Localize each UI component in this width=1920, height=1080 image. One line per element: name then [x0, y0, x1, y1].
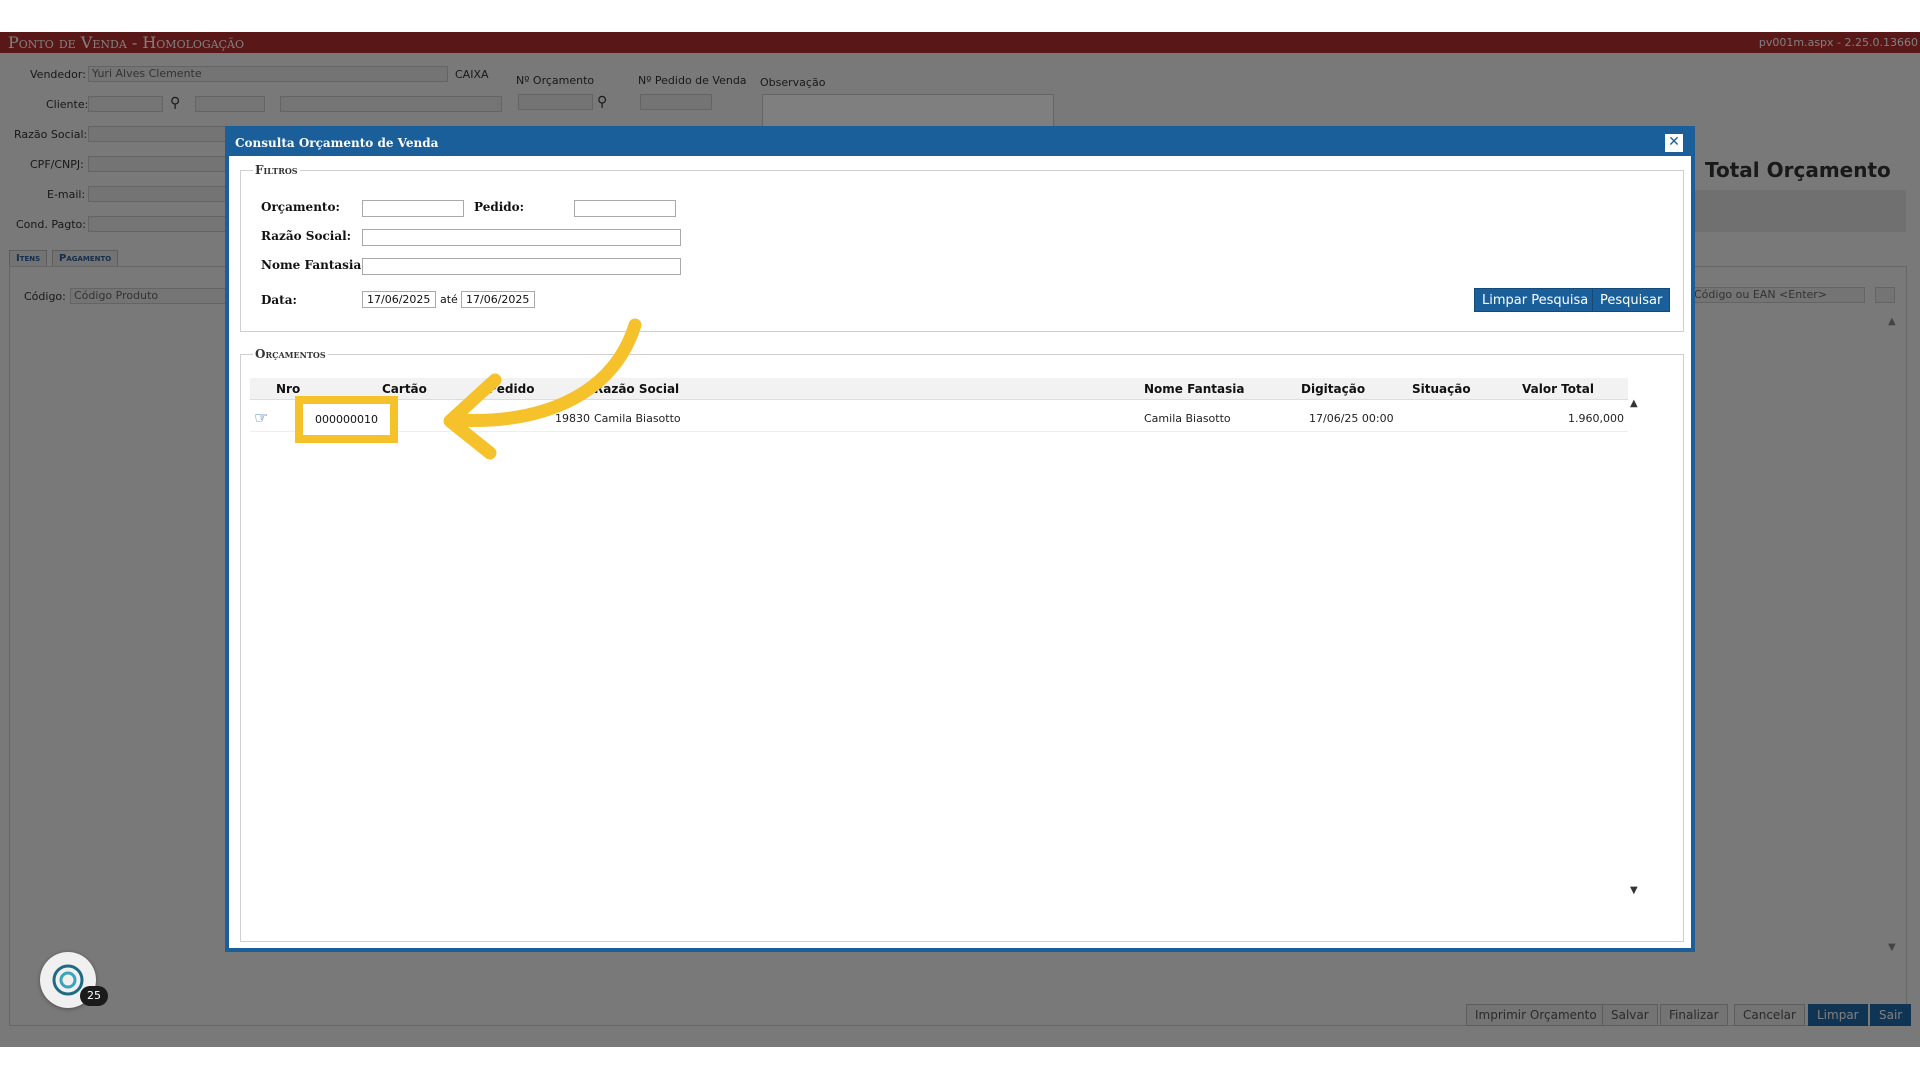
pedido-filter-label: Pedido:	[474, 200, 525, 214]
orcamento-filter-input[interactable]	[362, 200, 464, 217]
hand-pointer-icon[interactable]: ☞	[254, 408, 268, 427]
row-nome-fantasia: Camila Biasotto	[1144, 412, 1231, 425]
col-nro[interactable]: Nro	[276, 382, 300, 396]
results-legend: Orçamentos	[253, 347, 328, 361]
data-filter-label: Data:	[261, 293, 297, 307]
dialog-title: Consulta Orçamento de Venda	[235, 136, 439, 150]
dialog-header: Consulta Orçamento de Venda ✕	[229, 130, 1691, 156]
col-digitacao[interactable]: Digitação	[1301, 382, 1365, 396]
razao-filter-label: Razão Social:	[261, 229, 352, 243]
table-scroll-up-icon[interactable]: ▲	[1630, 398, 1638, 409]
fantasia-filter-label: Nome Fantasia:	[261, 258, 366, 272]
table-scroll-down-icon[interactable]: ▼	[1630, 885, 1638, 896]
row-digitacao: 17/06/25 00:00	[1309, 412, 1394, 425]
col-situacao[interactable]: Situação	[1412, 382, 1471, 396]
highlight-box: 000000010	[295, 396, 398, 443]
col-nome-fantasia[interactable]: Nome Fantasia	[1144, 382, 1244, 396]
tutorial-arrow-icon	[443, 318, 642, 460]
col-cartao[interactable]: Cartão	[382, 382, 427, 396]
filters-legend: Filtros	[253, 163, 300, 177]
row-nro[interactable]: 000000010	[303, 404, 390, 435]
orcamento-filter-label: Orçamento:	[261, 200, 340, 214]
pesquisar-button[interactable]: Pesquisar	[1592, 288, 1671, 312]
row-valor-total: 1.960,000	[1568, 412, 1624, 425]
consulta-orcamento-dialog: Consulta Orçamento de Venda ✕ Filtros Or…	[225, 126, 1695, 952]
col-valor-total[interactable]: Valor Total	[1522, 382, 1594, 396]
fantasia-filter-input[interactable]	[362, 258, 681, 275]
assistant-badge: 25	[80, 986, 108, 1006]
razao-filter-input[interactable]	[362, 229, 681, 246]
limpar-pesquisa-button[interactable]: Limpar Pesquisa	[1474, 288, 1597, 312]
date-from-input[interactable]: 17/06/2025	[362, 291, 436, 308]
pedido-filter-input[interactable]	[574, 200, 676, 217]
close-icon[interactable]: ✕	[1665, 134, 1683, 152]
